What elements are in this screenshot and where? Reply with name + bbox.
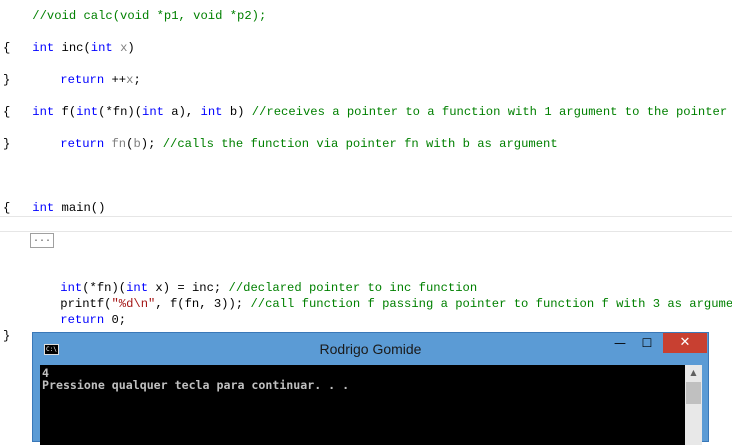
code-text: (*fn)( — [98, 105, 143, 119]
code-text: inc( — [54, 41, 91, 55]
code-line-brace: } — [3, 328, 10, 344]
code-line-comment-calc: //void calc(void *p1, void *p2); — [3, 0, 266, 23]
code-text: f( — [54, 105, 77, 119]
keyword: return — [60, 313, 105, 327]
code-text: } — [3, 73, 11, 87]
code-text: { — [3, 201, 11, 215]
keyword: int — [142, 105, 164, 119]
keyword: int — [76, 105, 99, 119]
minimize-button[interactable]: — — [606, 333, 634, 353]
console-window[interactable]: C:\ Rodrigo Gomide — ☐ ✕ 4 Pressione qua… — [32, 332, 709, 445]
collapsed-code-block[interactable]: ... — [30, 233, 54, 248]
code-text: b) — [222, 105, 252, 119]
keyword: int — [32, 201, 55, 215]
console-titlebar[interactable]: C:\ Rodrigo Gomide — ☐ ✕ — [33, 333, 708, 365]
code-text: main() — [54, 201, 106, 215]
code-text: ) — [127, 41, 135, 55]
code-text: ++ — [104, 73, 127, 87]
code-line-brace: { — [3, 200, 10, 216]
scrollbar-thumb[interactable] — [686, 382, 701, 404]
code-line-brace: { — [3, 40, 10, 56]
keyword: int — [200, 105, 223, 119]
code-text: ); — [140, 137, 163, 151]
comment-text: //void calc(void *p1, void *p2); — [32, 9, 267, 23]
code-line-brace: } — [3, 72, 10, 88]
code-line-main-signature: int main() — [3, 184, 105, 215]
comment-text: //call function f passing a pointer to f… — [250, 297, 732, 311]
comment-text: //calls the function via pointer fn with… — [162, 137, 558, 151]
comment-text: //receives a pointer to a function with … — [251, 105, 728, 119]
current-line-highlight — [0, 216, 732, 232]
console-output-line: Pressione qualquer tecla para continuar.… — [42, 378, 350, 392]
console-output-area[interactable]: 4 Pressione qualquer tecla para continua… — [40, 365, 702, 445]
code-line-brace: } — [3, 136, 10, 152]
keyword: int — [32, 105, 55, 119]
code-line-fn-pointer: int(*fn)(int x) = inc; //declared pointe… — [31, 264, 477, 295]
code-text: { — [3, 105, 11, 119]
code-text: } — [3, 329, 11, 343]
close-button[interactable]: ✕ — [663, 333, 707, 353]
code-text: } — [3, 137, 11, 151]
code-line-return-fn: return fn(b); //calls the function via p… — [31, 120, 557, 151]
code-text: 0; — [104, 313, 127, 327]
code-text: , f(fn, 3)); — [155, 297, 251, 311]
code-text: { — [3, 41, 11, 55]
code-line-f-signature: int f(int(*fn)(int a), int b) //receives… — [3, 88, 732, 119]
scroll-up-arrow-icon[interactable]: ▲ — [685, 365, 702, 381]
code-text: a), — [163, 105, 201, 119]
code-line-brace: { — [3, 104, 10, 120]
keyword: int — [90, 41, 113, 55]
code-line-inc-signature: int inc(int x) — [3, 24, 134, 55]
console-scrollbar[interactable]: ▲ — [685, 365, 702, 445]
code-line-return-inc: return ++x; — [31, 56, 141, 87]
parameter: fn — [111, 137, 127, 151]
parameter: b — [133, 137, 141, 151]
code-text: ; — [133, 73, 141, 87]
keyword: int — [32, 41, 55, 55]
code-line-return-zero: return 0; — [31, 296, 126, 327]
keyword: return — [60, 73, 105, 87]
code-line-printf: printf("%d\n", f(fn, 3)); //call functio… — [31, 280, 732, 311]
keyword: return — [60, 137, 105, 151]
maximize-button[interactable]: ☐ — [633, 333, 661, 353]
